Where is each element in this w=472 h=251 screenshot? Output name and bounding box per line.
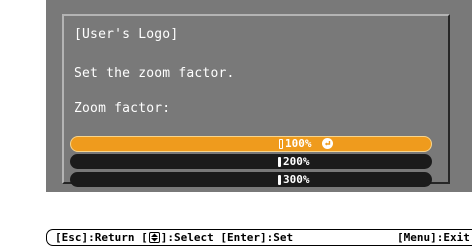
radio-marker-icon	[278, 156, 281, 167]
zoom-option-text: 200%	[283, 155, 310, 168]
radio-marker-icon	[279, 138, 283, 149]
zoom-option-300[interactable]: 300%	[70, 172, 432, 187]
key-help-left: [Esc]:Return [ ]:Select [Enter]:Set	[55, 230, 293, 246]
zoom-option-100[interactable]: 100%	[70, 136, 432, 152]
zoom-option-label: 100%	[279, 136, 333, 151]
esc-return-hint: [Esc]:Return [	[55, 231, 148, 244]
zoom-option-200[interactable]: 200%	[70, 154, 432, 169]
key-help-bar: [Esc]:Return [ ]:Select [Enter]:Set [Menu…	[46, 229, 472, 246]
enter-icon	[321, 138, 333, 149]
zoom-option-label: 300%	[278, 172, 310, 187]
instruction-text: Set the zoom factor.	[74, 66, 235, 81]
zoom-option-label: 200%	[278, 154, 310, 169]
dialog-title: [User's Logo]	[74, 27, 179, 42]
zoom-option-text: 100%	[285, 137, 312, 150]
updown-icon	[148, 232, 160, 243]
zoom-option-text: 300%	[283, 173, 310, 186]
select-set-hint: ]:Select [Enter]:Set	[160, 231, 294, 244]
radio-marker-icon	[278, 174, 281, 185]
menu-exit-hint: [Menu]:Exit	[397, 231, 470, 244]
zoom-factor-label: Zoom factor:	[74, 101, 171, 116]
